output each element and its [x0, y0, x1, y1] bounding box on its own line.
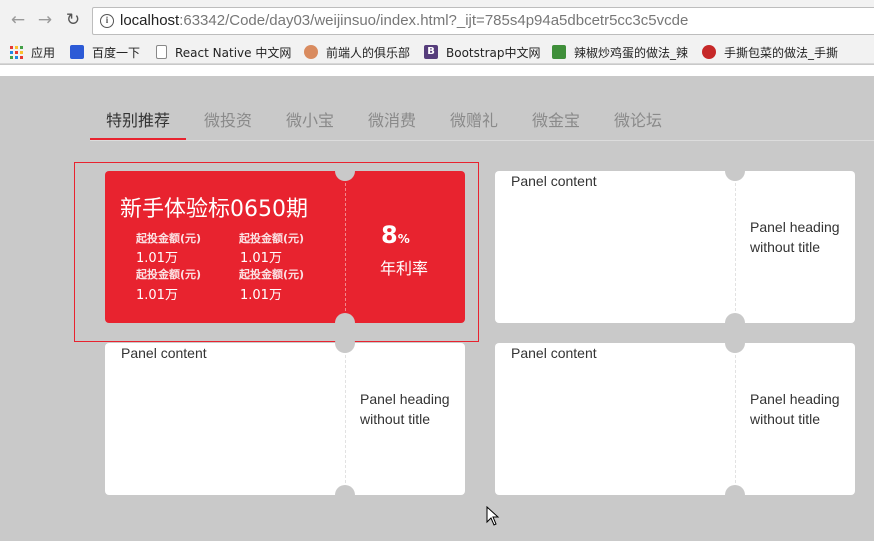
- page-header-strip: [0, 65, 874, 76]
- bookmark-label: 辣椒炒鸡蛋的做法_辣: [574, 45, 689, 60]
- ticket-divider: [735, 355, 736, 483]
- bookmark-react-native[interactable]: React Native 中文网: [156, 43, 291, 61]
- bookmark-frontend-club[interactable]: 前端人的俱乐部: [304, 43, 410, 61]
- reload-icon[interactable]: ↻: [63, 10, 83, 30]
- panel-heading: Panel heading without title: [360, 391, 450, 427]
- recipe-icon: [552, 45, 566, 59]
- ticket-notch: [335, 485, 355, 505]
- ticket-notch: [335, 333, 355, 353]
- ticket-divider: [735, 183, 736, 311]
- tab-special-recommend[interactable]: 特别推荐: [106, 107, 170, 131]
- bookmark-bootstrap[interactable]: B Bootstrap中文网: [424, 43, 540, 61]
- bookmark-apps[interactable]: 应用: [10, 43, 55, 61]
- apps-grid-icon: [10, 45, 23, 59]
- bookmark-label: 百度一下: [92, 45, 141, 60]
- panel-heading: Panel heading without title: [750, 219, 840, 255]
- panel-card[interactable]: Panel content Panel heading without titl…: [105, 333, 465, 505]
- back-icon[interactable]: ←: [8, 10, 28, 30]
- bookmark-label: 手撕包菜的做法_手撕: [724, 45, 839, 60]
- panel-heading: Panel heading without title: [750, 391, 840, 427]
- product-tabs: 特别推荐 微投资 微小宝 微消费 微赠礼 微金宝 微论坛: [90, 97, 874, 141]
- tab-micro-gold[interactable]: 微金宝: [532, 107, 580, 131]
- bookmark-recipe-2[interactable]: 手撕包菜的做法_手撕: [702, 43, 838, 61]
- panel-card[interactable]: Panel content Panel heading without titl…: [495, 161, 855, 333]
- tab-micro-consume[interactable]: 微消费: [368, 107, 416, 131]
- panel-content: Panel content: [511, 345, 597, 361]
- info-icon[interactable]: i: [100, 14, 114, 28]
- bookmark-label: 应用: [31, 45, 56, 60]
- bookmark-label: React Native 中文网: [175, 45, 292, 60]
- ticket-divider: [345, 355, 346, 483]
- panel-card[interactable]: Panel content Panel heading without titl…: [495, 333, 855, 505]
- bookmark-label: 前端人的俱乐部: [326, 45, 411, 60]
- ticket-notch: [725, 313, 745, 333]
- bootstrap-icon: B: [424, 45, 438, 59]
- bookmarks-bar: 应用 百度一下 React Native 中文网 前端人的俱乐部 B Boots…: [0, 40, 874, 64]
- ticket-notch: [725, 161, 745, 181]
- bookmark-recipe-1[interactable]: 辣椒炒鸡蛋的做法_辣: [552, 43, 688, 61]
- active-tab-indicator: [90, 138, 186, 140]
- mouse-cursor-icon: [486, 506, 500, 526]
- ticket-notch: [725, 333, 745, 353]
- browser-toolbar: ← → ↻ i localhost:63342/Code/day03/weiji…: [0, 0, 874, 40]
- panel-content: Panel content: [511, 173, 597, 189]
- panel-content: Panel content: [121, 345, 207, 361]
- address-bar[interactable]: i localhost:63342/Code/day03/weijinsuo/i…: [92, 7, 874, 35]
- url-path: :63342/Code/day03/weijinsuo/index.html?_…: [179, 12, 689, 29]
- recipe-red-icon: [702, 45, 716, 59]
- forward-icon[interactable]: →: [35, 10, 55, 30]
- url-host: localhost: [120, 12, 180, 29]
- bookmark-baidu[interactable]: 百度一下: [70, 43, 140, 61]
- tab-micro-forum[interactable]: 微论坛: [614, 107, 662, 131]
- bookmark-label: Bootstrap中文网: [446, 45, 541, 60]
- person-icon: [304, 45, 318, 59]
- page-icon: [156, 45, 167, 59]
- baidu-paw-icon: [70, 45, 84, 59]
- tab-micro-treasure[interactable]: 微小宝: [286, 107, 334, 131]
- ticket-notch: [725, 485, 745, 505]
- url-text[interactable]: localhost:63342/Code/day03/weijinsuo/ind…: [120, 12, 688, 29]
- tab-micro-gift[interactable]: 微赠礼: [450, 107, 498, 131]
- tab-micro-invest[interactable]: 微投资: [204, 107, 252, 131]
- hover-outline: [74, 162, 479, 342]
